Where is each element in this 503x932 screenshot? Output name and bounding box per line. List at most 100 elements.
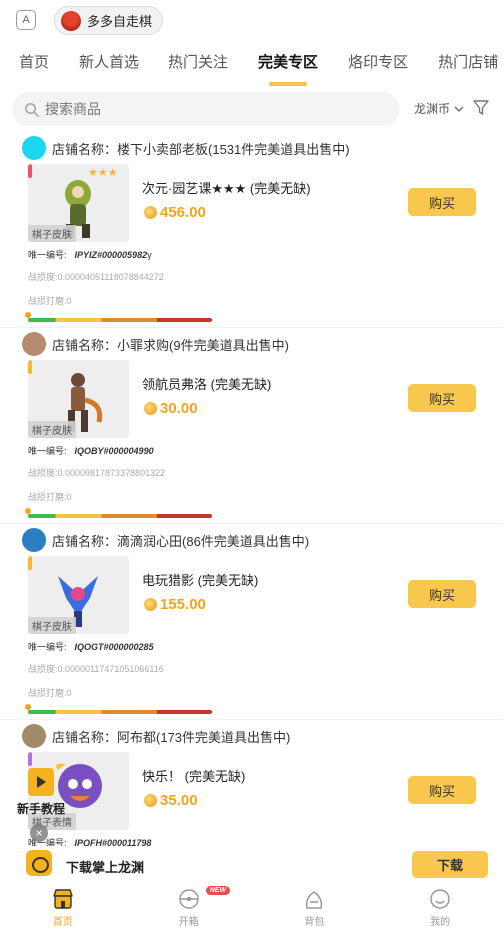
price-value: 155.00 bbox=[160, 596, 206, 613]
profile-icon bbox=[430, 889, 450, 909]
nav-profile[interactable]: 我的 bbox=[377, 882, 503, 932]
wear-value: 战损度:0.0000405111807884427​2 bbox=[28, 272, 164, 282]
buy-button[interactable]: 购买 bbox=[408, 580, 476, 608]
wear-value: 战损度:0.00000117471051066116 bbox=[28, 664, 164, 674]
tab-hot-shops[interactable]: 热门店铺 bbox=[438, 50, 498, 88]
uid-label: 唯一编号: bbox=[28, 250, 67, 260]
currency-label: 龙渊币 bbox=[414, 102, 451, 116]
item-name[interactable]: 电玩猎影 (完美无缺) bbox=[142, 570, 258, 589]
shop-avatar bbox=[22, 724, 46, 748]
shop-name: 小罪求购(9件完美道具出售中) bbox=[117, 337, 289, 353]
item-price: 155.00 bbox=[144, 596, 206, 613]
wear-bar bbox=[28, 710, 212, 714]
tab-newcomer[interactable]: 新人首选 bbox=[79, 50, 139, 88]
item-name[interactable]: 次元·园艺课★★★ (完美无缺) bbox=[142, 178, 311, 197]
new-badge: NEW bbox=[205, 886, 231, 895]
shop-row[interactable]: 店铺名称： 阿布都(173件完美道具出售中) bbox=[22, 724, 290, 748]
accessibility-icon[interactable]: A bbox=[16, 10, 36, 30]
listing-card[interactable]: 店铺名称： 楼下小卖部老板(1531件完美道具出售中) ★★★ 棋子皮肤 次元·园… bbox=[0, 132, 503, 328]
tab-brand-zone[interactable]: 烙印专区 bbox=[348, 50, 408, 88]
coin-icon bbox=[144, 794, 157, 807]
coin-icon bbox=[144, 206, 157, 219]
nav-open-box-label: 开箱 bbox=[178, 917, 199, 928]
item-name[interactable]: 领航员弗洛 (完美无缺) bbox=[142, 374, 271, 393]
shop-avatar bbox=[22, 332, 46, 356]
search-input[interactable] bbox=[45, 101, 365, 117]
game-selector[interactable]: 多多自走棋 bbox=[54, 6, 164, 35]
polish-value: 战损打磨:0 bbox=[28, 688, 72, 698]
polish-value: 战损打磨:0 bbox=[28, 492, 72, 502]
buy-button[interactable]: 购买 bbox=[408, 188, 476, 216]
chevron-down-icon bbox=[454, 106, 464, 112]
uid-value: IQOGT#000000285 bbox=[74, 642, 154, 652]
item-thumbnail[interactable]: 棋子皮肤 bbox=[28, 556, 129, 634]
buy-button[interactable]: 购买 bbox=[408, 776, 476, 804]
shop-name: 滴滴润心田(86件完美道具出售中) bbox=[117, 533, 310, 549]
quality-tag bbox=[28, 752, 32, 766]
quality-tag bbox=[28, 164, 32, 178]
bottom-nav: 首页 NEW 开箱 背包 我的 bbox=[0, 882, 503, 932]
nav-home-label: 首页 bbox=[52, 917, 73, 928]
shop-name: 楼下小卖部老板(1531件完美道具出售中) bbox=[117, 141, 350, 157]
shop-prefix: 店铺名称： bbox=[52, 729, 118, 745]
tutorial-icon bbox=[28, 768, 54, 796]
box-icon bbox=[178, 889, 199, 909]
item-uid: 唯一编号: IQOBY#000004990 bbox=[28, 444, 154, 457]
tutorial-label: 新手教程 bbox=[16, 802, 65, 816]
item-type-label: 棋子皮肤 bbox=[28, 421, 76, 438]
search-bar[interactable] bbox=[12, 92, 400, 126]
listing-card[interactable]: 店铺名称： 滴滴润心田(86件完美道具出售中) 棋子皮肤 电玩猎影 (完美无缺) … bbox=[0, 524, 503, 720]
shop-prefix: 店铺名称： bbox=[52, 533, 118, 549]
shop-prefix: 店铺名称： bbox=[52, 337, 118, 353]
search-icon bbox=[25, 102, 39, 117]
close-icon[interactable]: × bbox=[30, 824, 48, 842]
shop-avatar bbox=[22, 136, 46, 160]
item-type-label: 棋子皮肤 bbox=[28, 617, 76, 634]
uid-label: 唯一编号: bbox=[28, 446, 67, 456]
category-tabs: 首页 新人首选 热门关注 完美专区 烙印专区 热门店铺 bbox=[0, 50, 503, 88]
nav-open-box[interactable]: NEW 开箱 bbox=[126, 882, 252, 932]
tab-home[interactable]: 首页 bbox=[19, 50, 49, 88]
shop-row[interactable]: 店铺名称： 滴滴润心田(86件完美道具出售中) bbox=[22, 528, 309, 552]
uid-suffix: γ bbox=[147, 250, 152, 260]
uid-value: IQOBY#000004990 bbox=[74, 446, 154, 456]
item-thumbnail[interactable]: 棋子皮肤 bbox=[28, 360, 129, 438]
item-name[interactable]: 快乐！ (完美无缺) bbox=[142, 766, 245, 785]
game-name: 多多自走棋 bbox=[87, 14, 153, 29]
uid-value: IPYIZ#000005982 bbox=[74, 250, 148, 260]
price-value: 35.00 bbox=[160, 792, 198, 809]
shop-row[interactable]: 店铺名称： 楼下小卖部老板(1531件完美道具出售中) bbox=[22, 136, 350, 160]
wear-bar bbox=[28, 514, 212, 518]
price-value: 30.00 bbox=[160, 400, 198, 417]
currency-selector[interactable]: 龙渊币 bbox=[414, 100, 464, 117]
item-thumbnail[interactable]: ★★★ 棋子皮肤 bbox=[28, 164, 129, 242]
bag-icon bbox=[306, 891, 323, 909]
uid-label: 唯一编号: bbox=[28, 642, 67, 652]
polish-value: 战损打磨:0 bbox=[28, 296, 72, 306]
quality-tag bbox=[28, 360, 32, 374]
nav-bag-label: 背包 bbox=[304, 917, 325, 928]
shop-icon bbox=[53, 889, 73, 909]
tab-hot-follow[interactable]: 热门关注 bbox=[168, 50, 228, 88]
wear-value: 战损度:0.00009817873378801322 bbox=[28, 468, 166, 478]
tab-perfect-zone[interactable]: 完美专区 bbox=[258, 50, 318, 88]
listing-list: 店铺名称： 楼下小卖部老板(1531件完美道具出售中) ★★★ 棋子皮肤 次元·园… bbox=[0, 132, 503, 916]
filter-icon[interactable] bbox=[472, 99, 490, 117]
download-button[interactable]: 下载 bbox=[412, 851, 488, 878]
nav-bag[interactable]: 背包 bbox=[252, 882, 378, 932]
item-stars: ★★★ bbox=[88, 167, 118, 179]
buy-button[interactable]: 购买 bbox=[408, 384, 476, 412]
tutorial-button[interactable]: 新手教程 bbox=[14, 768, 68, 817]
item-price: 456.00 bbox=[144, 204, 206, 221]
download-banner: 下载掌上龙渊 下载 bbox=[0, 846, 503, 882]
item-type-label: 棋子皮肤 bbox=[28, 225, 76, 242]
quality-tag bbox=[28, 556, 32, 570]
listing-card[interactable]: 店铺名称： 小罪求购(9件完美道具出售中) 棋子皮肤 领航员弗洛 (完美无缺) 3… bbox=[0, 328, 503, 524]
shop-row[interactable]: 店铺名称： 小罪求购(9件完美道具出售中) bbox=[22, 332, 289, 356]
coin-icon bbox=[144, 598, 157, 611]
item-price: 35.00 bbox=[144, 792, 198, 809]
item-uid: 唯一编号: IQOGT#000000285 bbox=[28, 640, 154, 653]
top-bar: A 多多自走棋 bbox=[0, 0, 503, 42]
item-price: 30.00 bbox=[144, 400, 198, 417]
nav-home[interactable]: 首页 bbox=[0, 882, 126, 932]
